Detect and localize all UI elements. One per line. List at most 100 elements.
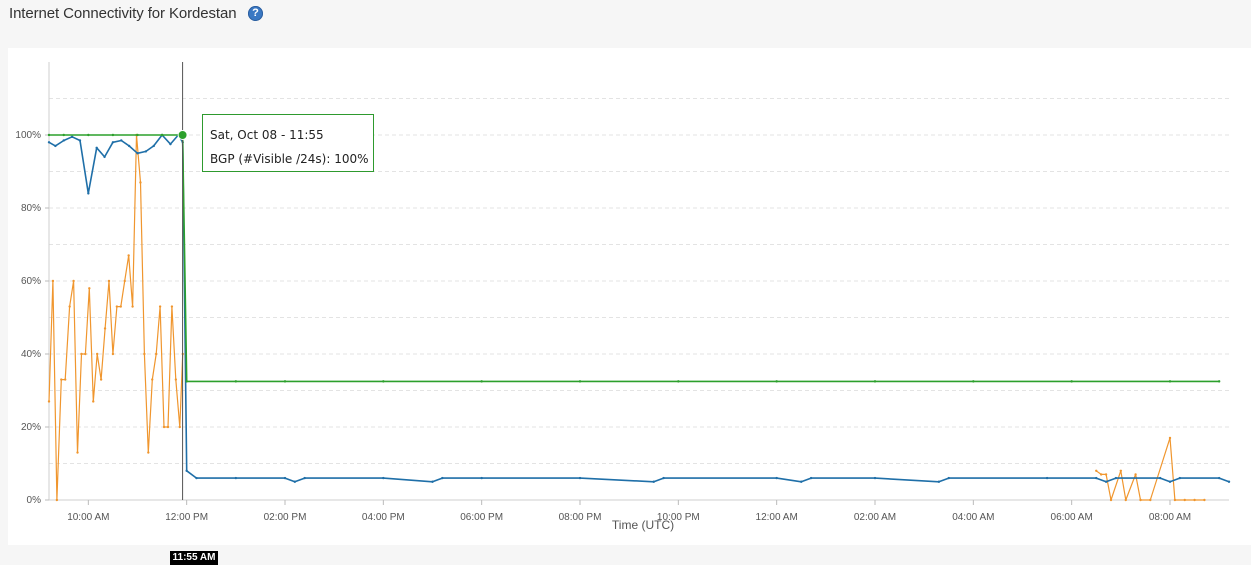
x-tick-label: 10:00 AM — [67, 512, 109, 523]
data-point-1 — [54, 144, 57, 148]
data-point-0 — [480, 380, 483, 383]
data-point-1 — [1178, 476, 1182, 480]
data-point-2 — [139, 181, 142, 184]
data-point-2 — [147, 451, 150, 454]
data-point-1 — [111, 141, 115, 144]
x-tick-label: 06:00 PM — [460, 512, 503, 523]
data-point-2 — [64, 378, 67, 381]
data-point-2 — [111, 352, 115, 356]
data-point-0 — [1168, 380, 1172, 383]
data-point-1 — [303, 476, 306, 480]
data-point-1 — [195, 476, 198, 480]
data-point-2 — [1193, 498, 1196, 502]
data-point-2 — [92, 400, 95, 403]
data-point-0 — [111, 133, 115, 137]
connectivity-chart[interactable]: 0% 20% 40% 60% 80% 100% 10:00 AM 12:00 PM 02:00… — [8, 48, 1251, 545]
data-point-1 — [136, 152, 139, 155]
data-point-1 — [662, 476, 665, 480]
question-icon[interactable]: ? — [248, 6, 263, 21]
data-point-1 — [578, 476, 582, 480]
data-point-0 — [382, 380, 385, 383]
data-point-2 — [162, 425, 166, 429]
data-point-2 — [60, 378, 63, 381]
data-point-1 — [800, 480, 803, 483]
data-point-2 — [131, 305, 134, 308]
y-tick-label: 80% — [21, 203, 41, 214]
data-point-0 — [677, 380, 680, 383]
data-point-2 — [1168, 436, 1172, 440]
data-point-2 — [55, 498, 59, 502]
data-point-2 — [166, 425, 170, 429]
data-point-0 — [62, 133, 65, 137]
x-tick-label: 08:00 AM — [1149, 512, 1191, 523]
data-point-1 — [283, 476, 287, 480]
data-point-2 — [51, 279, 55, 283]
data-point-2 — [99, 378, 103, 381]
data-point-2 — [158, 305, 162, 308]
data-point-1 — [441, 476, 444, 480]
data-point-1 — [652, 480, 655, 483]
data-point-1 — [62, 139, 65, 142]
data-point-0 — [136, 133, 139, 137]
data-point-1 — [431, 480, 434, 483]
x-tick-label: 04:00 PM — [362, 512, 405, 523]
data-point-1 — [87, 192, 90, 195]
data-point-0 — [775, 380, 778, 383]
x-tick-label: 06:00 AM — [1051, 512, 1093, 523]
x-tick-label: 02:00 AM — [854, 512, 896, 523]
x-axis-title: Time (UTC) — [612, 518, 674, 532]
y-tick-label: 100% — [15, 130, 41, 141]
data-point-2 — [143, 352, 146, 356]
data-point-1 — [47, 141, 51, 144]
data-point-1 — [152, 144, 155, 148]
data-point-1 — [1217, 476, 1221, 480]
data-point-0 — [1070, 380, 1073, 383]
chart-area: 0% 20% 40% 60% 80% 100% 10:00 AM 12:00 PM 02:00… — [8, 48, 1251, 565]
data-point-0 — [87, 133, 90, 137]
y-tick-label: 0% — [27, 495, 42, 506]
data-point-2 — [123, 279, 126, 283]
data-point-1 — [1104, 480, 1108, 483]
data-point-2 — [72, 279, 75, 283]
data-point-1 — [1045, 476, 1049, 480]
data-point-2 — [1124, 498, 1127, 502]
data-point-2 — [80, 352, 83, 356]
data-point-1 — [1168, 480, 1172, 483]
page-title: Internet Connectivity for Kordestan — [9, 5, 237, 22]
data-point-1 — [809, 476, 813, 480]
y-tick-label: 40% — [21, 349, 41, 360]
data-point-2 — [84, 352, 87, 356]
data-point-2 — [154, 352, 158, 356]
data-point-1 — [169, 142, 172, 146]
data-point-2 — [1109, 498, 1113, 502]
tooltip: Sat, Oct 08 - 11:55 BGP (#Visible /24s):… — [202, 114, 374, 172]
data-point-2 — [68, 305, 71, 308]
y-tick-label: 20% — [21, 422, 41, 433]
data-point-2 — [1134, 473, 1137, 476]
hover-marker — [177, 130, 188, 140]
data-point-2 — [1104, 473, 1108, 476]
data-point-0 — [185, 380, 188, 383]
data-point-0 — [47, 133, 51, 137]
data-point-2 — [151, 378, 154, 381]
data-point-2 — [178, 425, 181, 429]
x-tick-label: 12:00 PM — [165, 512, 208, 523]
x-tick-label: 02:00 PM — [264, 512, 307, 523]
data-point-2 — [119, 305, 122, 308]
data-point-2 — [1183, 498, 1186, 502]
crosshair-time-label: 11:55 AM — [170, 551, 218, 565]
x-tick-label: 12:00 AM — [756, 512, 798, 523]
x-tick-label: 04:00 AM — [952, 512, 994, 523]
data-point-0 — [578, 380, 582, 383]
data-point-2 — [95, 352, 99, 356]
data-point-2 — [47, 400, 51, 403]
data-point-2 — [76, 451, 79, 454]
data-point-2 — [1139, 498, 1142, 502]
data-point-1 — [1095, 476, 1098, 480]
data-point-1 — [185, 469, 188, 472]
data-point-1 — [120, 139, 123, 142]
data-point-2 — [1095, 469, 1098, 472]
data-point-2 — [1203, 498, 1206, 502]
data-point-2 — [115, 305, 119, 308]
x-tick-label: 08:00 PM — [559, 512, 602, 523]
